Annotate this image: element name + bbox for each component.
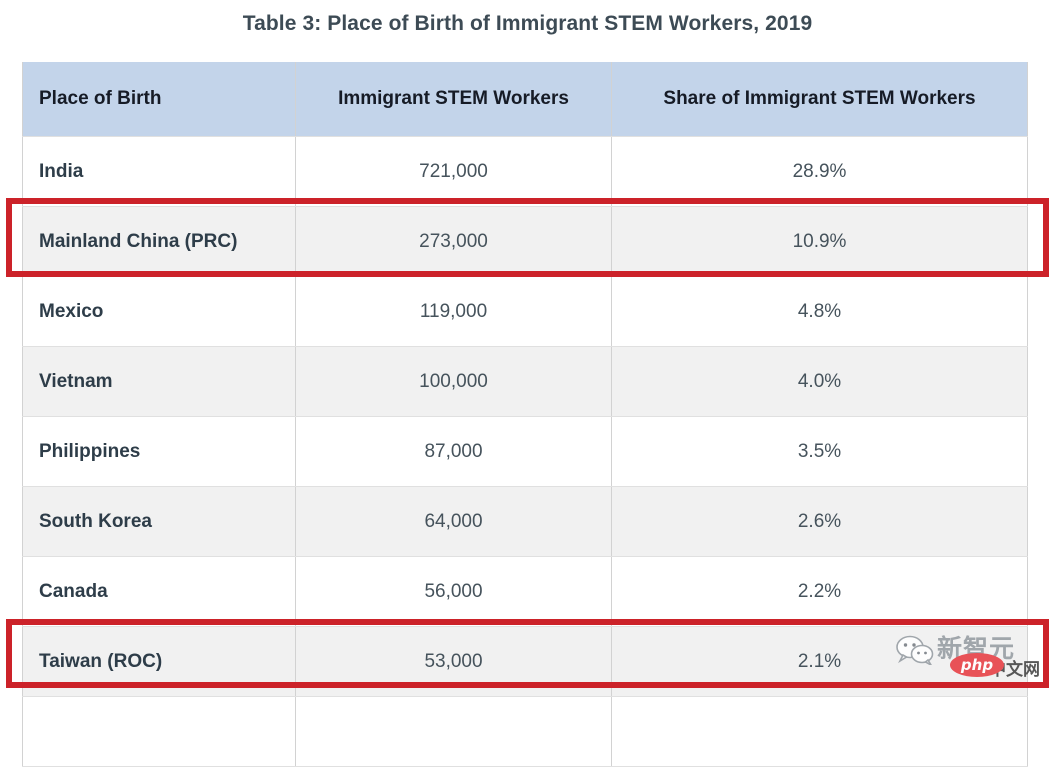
cell-place: Mexico [22, 276, 296, 347]
column-header-share-of-immigrant-stem-workers[interactable]: Share of Immigrant STEM Workers [611, 62, 1028, 137]
cell-place: Canada [22, 556, 296, 627]
table-body: India 721,000 28.9% Mainland China (PRC)… [22, 136, 1028, 767]
cell-share: 3.5% [611, 416, 1028, 487]
cell-place: Vietnam [22, 346, 296, 417]
table-row[interactable]: India 721,000 28.9% [22, 136, 1028, 207]
table-row-partial[interactable] [22, 696, 1028, 767]
cell-workers: 100,000 [295, 346, 612, 417]
table-row[interactable]: Canada 56,000 2.2% [22, 556, 1028, 627]
table-row[interactable]: Philippines 87,000 3.5% [22, 416, 1028, 487]
cell-share: 2.1% [611, 626, 1028, 697]
cell-workers: 119,000 [295, 276, 612, 347]
cell-place [22, 696, 296, 767]
cell-place: Philippines [22, 416, 296, 487]
cell-workers: 64,000 [295, 486, 612, 557]
cell-workers: 53,000 [295, 626, 612, 697]
cell-share: 4.0% [611, 346, 1028, 417]
cell-place: South Korea [22, 486, 296, 557]
table-row-highlighted[interactable]: Mainland China (PRC) 273,000 10.9% [22, 206, 1028, 277]
cell-place: India [22, 136, 296, 207]
column-header-place-of-birth[interactable]: Place of Birth [22, 62, 296, 137]
page-root: Table 3: Place of Birth of Immigrant STE… [0, 0, 1055, 767]
cell-share: 4.8% [611, 276, 1028, 347]
cell-share: 2.6% [611, 486, 1028, 557]
cell-place: Mainland China (PRC) [22, 206, 296, 277]
cell-workers: 56,000 [295, 556, 612, 627]
table-header-row: Place of Birth Immigrant STEM Workers Sh… [22, 62, 1028, 137]
table-row[interactable]: South Korea 64,000 2.6% [22, 486, 1028, 557]
cell-workers: 721,000 [295, 136, 612, 207]
cell-share: 28.9% [611, 136, 1028, 207]
table-row-highlighted[interactable]: Taiwan (ROC) 53,000 2.1% [22, 626, 1028, 697]
table-row[interactable]: Mexico 119,000 4.8% [22, 276, 1028, 347]
cell-share [611, 696, 1028, 767]
page-title: Table 3: Place of Birth of Immigrant STE… [242, 12, 813, 35]
cell-share: 10.9% [611, 206, 1028, 277]
cell-workers: 87,000 [295, 416, 612, 487]
column-header-immigrant-stem-workers[interactable]: Immigrant STEM Workers [295, 62, 612, 137]
table-row[interactable]: Vietnam 100,000 4.0% [22, 346, 1028, 417]
table-header: Place of Birth Immigrant STEM Workers Sh… [22, 62, 1028, 137]
immigrant-stem-workers-table: Place of Birth Immigrant STEM Workers Sh… [22, 62, 1028, 767]
cell-place: Taiwan (ROC) [22, 626, 296, 697]
cell-share: 2.2% [611, 556, 1028, 627]
cell-workers [295, 696, 612, 767]
cell-workers: 273,000 [295, 206, 612, 277]
